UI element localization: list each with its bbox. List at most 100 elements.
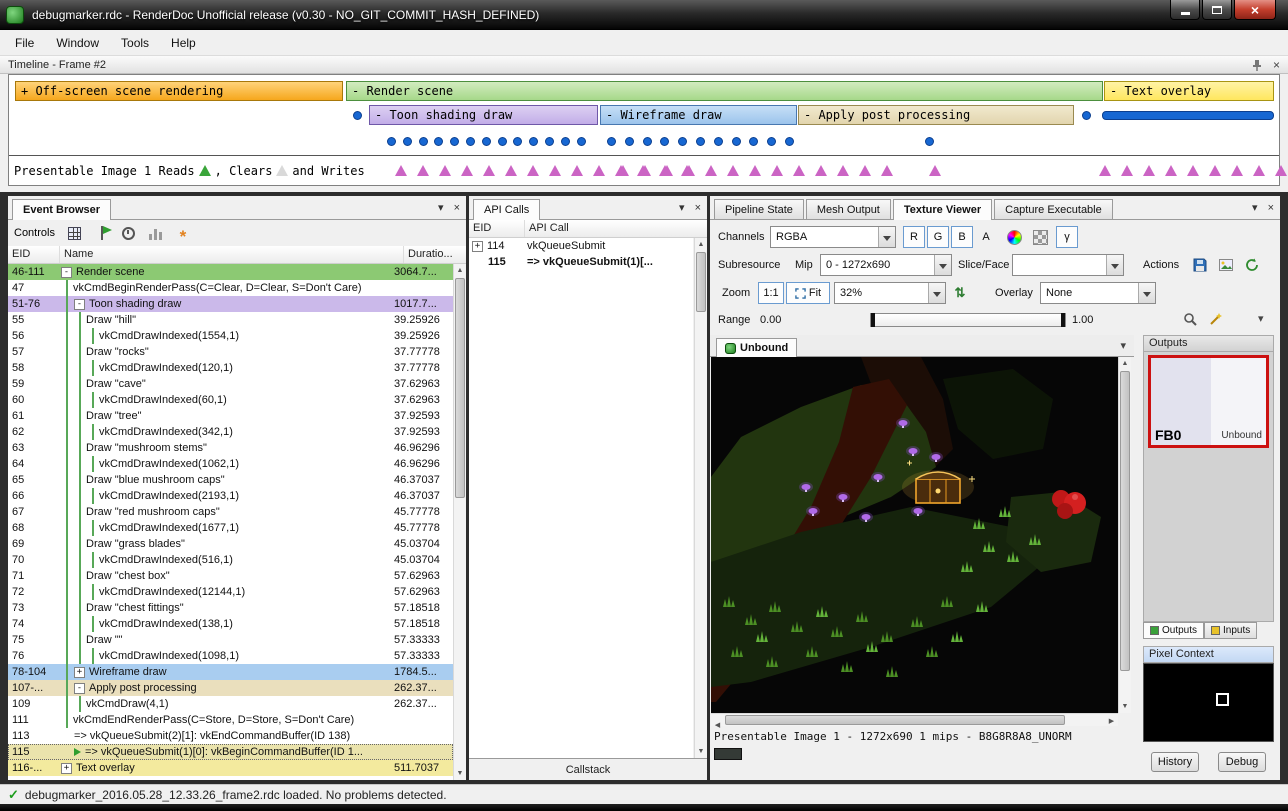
event-row[interactable]: 59Draw "cave"37.62963	[8, 376, 453, 392]
panel-close-icon[interactable]: ×	[454, 202, 460, 214]
scroll-thumb[interactable]	[725, 715, 1065, 725]
panel-menu-icon[interactable]: ▾	[679, 201, 685, 214]
column-duration[interactable]: Duratio...	[404, 246, 466, 263]
channel-b-toggle[interactable]: B	[951, 226, 973, 248]
scroll-up-icon[interactable]: ▲	[454, 264, 466, 277]
event-row[interactable]: 78-104+Wireframe draw1784.5...	[8, 664, 453, 680]
draw-marker-dot[interactable]	[696, 137, 705, 146]
background-color-swatch[interactable]	[714, 748, 742, 760]
slice-face-select[interactable]	[1012, 254, 1124, 276]
bookmark-icon[interactable]	[93, 224, 111, 242]
expander-icon[interactable]: +	[472, 241, 483, 252]
range-handle-max[interactable]	[1061, 313, 1065, 327]
autofit-icon[interactable]	[1204, 308, 1228, 330]
draw-marker-dot[interactable]	[607, 137, 616, 146]
column-eid[interactable]: EID	[8, 246, 60, 263]
api-row[interactable]: +114vkQueueSubmit	[469, 238, 693, 254]
fb0-thumbnail[interactable]: FB0 Unbound	[1148, 355, 1269, 448]
event-row[interactable]: 47vkCmdBeginRenderPass(C=Clear, D=Clear,…	[8, 280, 453, 296]
draw-marker-dot[interactable]	[749, 137, 758, 146]
panel-close-icon[interactable]: ×	[1268, 202, 1274, 214]
draw-marker-dot[interactable]	[545, 137, 554, 146]
draw-marker-dot[interactable]	[466, 137, 475, 146]
pixel-context-view[interactable]	[1143, 663, 1274, 742]
draw-marker-dot[interactable]	[434, 137, 443, 146]
timeline-bar-render-scene[interactable]: - Render scene	[346, 81, 1103, 101]
color-wheel-icon[interactable]	[1002, 226, 1026, 248]
checkerboard-icon[interactable]	[1028, 226, 1052, 248]
event-row[interactable]: 75Draw ""57.33333	[8, 632, 453, 648]
event-row[interactable]: 73Draw "chest fittings"57.18518	[8, 600, 453, 616]
draw-marker-dot[interactable]	[767, 137, 776, 146]
event-row[interactable]: 66vkCmdDrawIndexed(2193,1)46.37037	[8, 488, 453, 504]
event-row[interactable]: 55Draw "hill"39.25926	[8, 312, 453, 328]
range-handle-min[interactable]	[871, 313, 875, 327]
draw-marker-dot[interactable]	[482, 137, 491, 146]
scroll-thumb[interactable]	[696, 252, 706, 312]
pin-icon[interactable]	[1251, 59, 1263, 71]
time-draws-icon[interactable]	[120, 224, 138, 242]
scroll-down-icon[interactable]: ▼	[695, 745, 707, 758]
event-row[interactable]: 62vkCmdDrawIndexed(342,1)37.92593	[8, 424, 453, 440]
channels-select[interactable]: RGBA	[770, 226, 896, 248]
gamma-toggle[interactable]: γ	[1056, 226, 1078, 248]
panel-close-icon[interactable]: ×	[695, 202, 701, 214]
image-icon[interactable]	[1214, 254, 1238, 276]
settings-icon[interactable]: *	[174, 224, 192, 242]
timeline-bar-offscreen[interactable]: + Off-screen scene rendering	[15, 81, 343, 101]
event-browser-vscrollbar[interactable]: ▲ ▼	[453, 264, 466, 780]
draw-marker-dot[interactable]	[678, 137, 687, 146]
event-row[interactable]: 70vkCmdDrawIndexed(516,1)45.03704	[8, 552, 453, 568]
texture-display[interactable]	[711, 357, 1118, 713]
scroll-up-icon[interactable]: ▲	[1119, 357, 1131, 370]
tab-event-browser[interactable]: Event Browser	[12, 199, 111, 220]
panel-menu-icon[interactable]: ▾	[1252, 201, 1258, 214]
tab-capture-executable[interactable]: Capture Executable	[994, 199, 1113, 219]
mip-select[interactable]: 0 - 1272x690	[820, 254, 952, 276]
timeline-bar-text-overlay[interactable]: - Text overlay	[1104, 81, 1274, 101]
timeline-track[interactable]: + Off-screen scene rendering - Render sc…	[8, 74, 1280, 186]
event-row[interactable]: 63Draw "mushroom stems"46.96296	[8, 440, 453, 456]
title-bar[interactable]: debugmarker.rdc - RenderDoc Unofficial r…	[0, 0, 1288, 30]
event-row[interactable]: 67Draw "red mushroom caps"45.77778	[8, 504, 453, 520]
callstack-section[interactable]: Callstack	[469, 758, 707, 780]
draw-marker-dot[interactable]	[498, 137, 507, 146]
api-calls-vscrollbar[interactable]: ▲ ▼	[694, 238, 707, 758]
event-row[interactable]: 57Draw "rocks"37.77778	[8, 344, 453, 360]
refresh-icon[interactable]	[1240, 254, 1264, 276]
tab-api-calls[interactable]: API Calls	[473, 199, 540, 220]
timeline-bar-post-processing[interactable]: - Apply post processing	[798, 105, 1074, 125]
menu-file[interactable]: File	[4, 32, 45, 54]
tab-inputs[interactable]: Inputs	[1204, 622, 1257, 639]
scroll-thumb[interactable]	[1120, 371, 1130, 671]
tab-mesh-output[interactable]: Mesh Output	[806, 199, 891, 219]
texture-hscrollbar[interactable]: ◀ ▶	[711, 713, 1118, 726]
event-row[interactable]: 46-111-Render scene3064.7...	[8, 264, 453, 280]
channel-a-toggle[interactable]: A	[975, 226, 997, 248]
range-slider[interactable]	[870, 313, 1066, 327]
timeline-close-icon[interactable]: ×	[1273, 58, 1280, 72]
draw-marker-dot[interactable]	[732, 137, 741, 146]
timeline-toggle-icon[interactable]	[66, 224, 84, 242]
text-overlay-draws-bar[interactable]	[1102, 111, 1274, 120]
scroll-down-icon[interactable]: ▼	[1119, 700, 1131, 713]
column-name[interactable]: Name	[60, 246, 404, 263]
event-row[interactable]: 58vkCmdDrawIndexed(120,1)37.77778	[8, 360, 453, 376]
zoom-1to1-button[interactable]: 1:1	[758, 282, 784, 304]
menu-help[interactable]: Help	[160, 32, 207, 54]
column-eid[interactable]: EID	[469, 220, 525, 237]
event-row[interactable]: 116-...+Text overlay511.7037	[8, 760, 453, 776]
history-button[interactable]: History	[1151, 752, 1199, 772]
draw-marker-dot[interactable]	[403, 137, 412, 146]
event-row[interactable]: 72vkCmdDrawIndexed(12144,1)57.62963	[8, 584, 453, 600]
event-row[interactable]: 115=> vkQueueSubmit(1)[0]: vkBeginComman…	[8, 744, 453, 760]
more-options-icon[interactable]: ▾	[1258, 308, 1264, 330]
event-row[interactable]: 71Draw "chest box"57.62963	[8, 568, 453, 584]
scroll-down-icon[interactable]: ▼	[454, 767, 466, 780]
expander-icon[interactable]: +	[74, 667, 85, 678]
expander-icon[interactable]: +	[61, 763, 72, 774]
event-row[interactable]: 64vkCmdDrawIndexed(1062,1)46.96296	[8, 456, 453, 472]
timeline-bar-toon-shading[interactable]: - Toon shading draw	[369, 105, 598, 125]
draw-marker-dot[interactable]	[925, 137, 934, 146]
menu-window[interactable]: Window	[45, 32, 110, 54]
